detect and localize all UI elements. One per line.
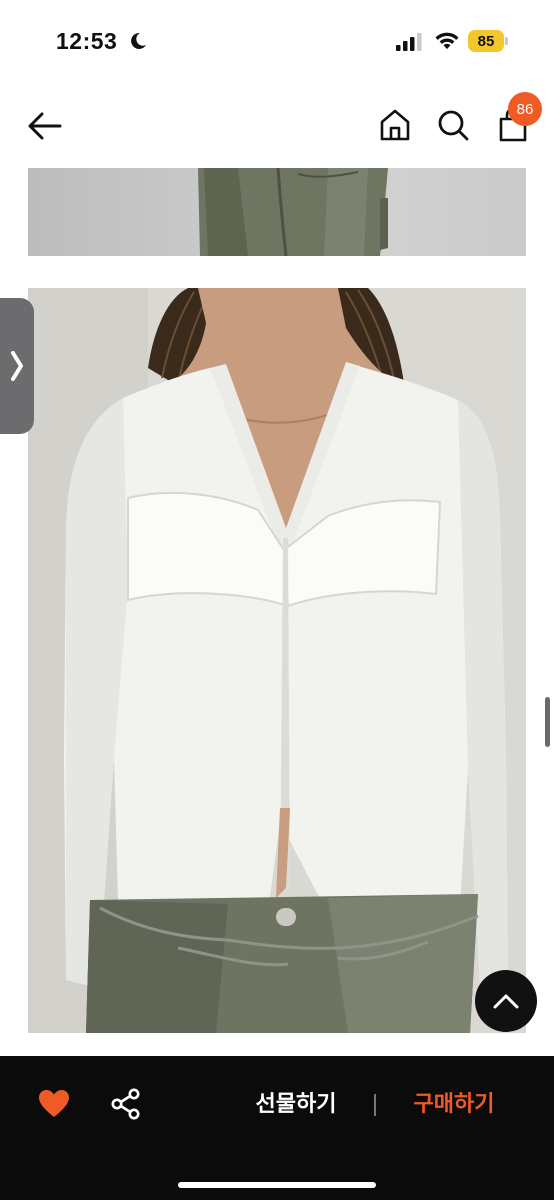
- home-icon[interactable]: [378, 108, 412, 142]
- bottom-action-bar: 선물하기 구매하기: [0, 1056, 554, 1200]
- cart-count-badge[interactable]: 86: [508, 92, 542, 126]
- chevron-up-icon: [493, 994, 519, 1009]
- scroll-to-top-button[interactable]: [475, 970, 537, 1032]
- moon-icon: [131, 32, 146, 49]
- gift-button[interactable]: 선물하기: [236, 1086, 356, 1122]
- scrollbar[interactable]: [545, 697, 550, 747]
- product-photo-top: [28, 168, 526, 256]
- battery-level: 85: [468, 30, 504, 52]
- battery-tip: [505, 37, 508, 45]
- back-arrow-icon[interactable]: [26, 110, 64, 142]
- heart-icon[interactable]: [38, 1088, 70, 1120]
- battery-icon: 85: [468, 30, 508, 52]
- buy-button[interactable]: 구매하기: [394, 1086, 514, 1122]
- pants-illustration: [198, 168, 388, 256]
- side-drawer-handle[interactable]: [0, 298, 34, 434]
- share-icon[interactable]: [110, 1088, 142, 1120]
- status-time: 12:53: [56, 28, 118, 54]
- cardigan-illustration: [28, 288, 526, 1033]
- nav-bar: 86: [0, 84, 554, 168]
- divider: [374, 1094, 376, 1116]
- signal-icon: [396, 33, 422, 51]
- chevron-right-icon: [11, 351, 23, 381]
- wifi-icon: [435, 32, 459, 49]
- home-indicator: [178, 1182, 376, 1188]
- product-photo-main: [28, 288, 526, 1033]
- search-icon[interactable]: [436, 108, 470, 142]
- status-bar: 12:53 85: [0, 0, 554, 84]
